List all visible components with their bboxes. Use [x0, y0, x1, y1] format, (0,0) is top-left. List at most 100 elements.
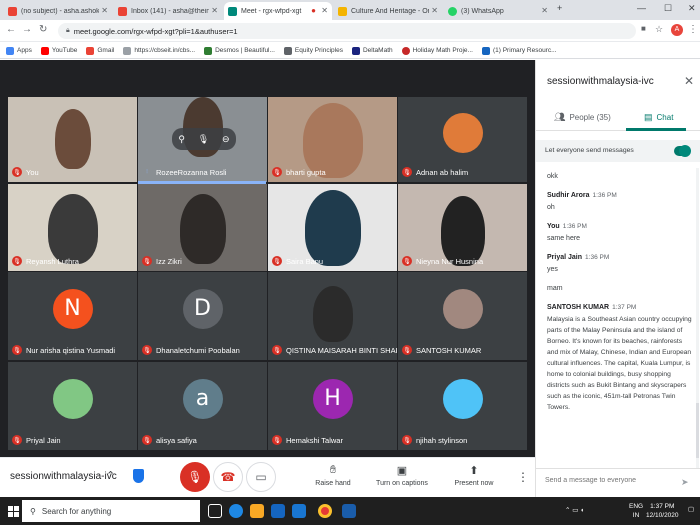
- meeting-controls: sessionwithmalaysia-ivc ⌃ 🎙︎ ☎︎ ▭ ✋︎ Rai…: [0, 457, 535, 497]
- chat-message-input[interactable]: [545, 477, 675, 484]
- word-icon[interactable]: [342, 504, 356, 518]
- notifications-icon[interactable]: ▢: [688, 505, 694, 514]
- mic-off-icon: 🎙︎: [402, 256, 412, 266]
- shield-icon[interactable]: [133, 469, 144, 483]
- bookmark-apps[interactable]: Apps: [6, 46, 32, 55]
- participant-tile[interactable]: 🎙︎ Izz Zikri: [138, 184, 267, 271]
- participant-tile[interactable]: D 🎙︎ Dhanaletchumi Poobalan: [138, 272, 267, 360]
- camera-button[interactable]: ▭: [246, 462, 276, 492]
- new-tab-icon[interactable]: +: [557, 3, 562, 13]
- meet-icon: [228, 6, 237, 16]
- language-indicator[interactable]: ENG IN: [629, 502, 643, 520]
- tray-icons[interactable]: ⌃ ▭ ◖: [565, 506, 584, 515]
- clock[interactable]: 1:37 PM 12/10/2020: [646, 502, 679, 520]
- browser-tab[interactable]: Inbox (141) - asha@theindiansch✕: [114, 2, 222, 20]
- participant-tile[interactable]: a 🎙︎ alisya safiya: [138, 362, 267, 450]
- whatsapp-icon: [448, 6, 457, 16]
- participant-video: [54, 109, 91, 169]
- heart-icon: [401, 46, 410, 55]
- chrome-icon[interactable]: [318, 504, 332, 518]
- task-view-icon[interactable]: [208, 504, 222, 518]
- tab-chat[interactable]: ▤ Chat: [644, 112, 673, 123]
- close-icon[interactable]: ✕: [684, 74, 694, 88]
- mic-icon[interactable]: 🎙︎: [198, 134, 209, 145]
- minimize-icon[interactable]: —: [637, 3, 646, 13]
- mic-off-icon: 🎙︎: [402, 435, 412, 445]
- participant-tile[interactable]: H 🎙︎ Hemakshi Talwar: [268, 362, 397, 450]
- forward-icon[interactable]: →: [22, 24, 32, 35]
- send-icon[interactable]: ➤: [681, 477, 689, 488]
- bookmark-cbseit[interactable]: https://cbseit.in/cbs...: [123, 46, 195, 55]
- lock-icon: 🔒︎: [66, 27, 70, 34]
- participant-tile[interactable]: 🎙︎ Saira Banu: [268, 184, 397, 271]
- bookmark-holiday-math[interactable]: Holiday Math Proje...: [401, 46, 473, 55]
- captions-button[interactable]: ▣ Turn on captions: [367, 464, 437, 487]
- bookmark-desmos[interactable]: Desmos | Beautiful...: [204, 46, 275, 55]
- bookmark-gmail[interactable]: Gmail: [86, 46, 114, 55]
- menu-icon[interactable]: ⋮: [688, 24, 698, 35]
- back-icon[interactable]: ←: [6, 24, 16, 35]
- more-options-icon[interactable]: ⋮: [517, 470, 529, 484]
- participant-tile[interactable]: 🎙︎QISTINA MAISARAH BINTI SHARUD...: [268, 272, 397, 360]
- close-icon[interactable]: ✕: [321, 6, 328, 15]
- mic-off-button[interactable]: 🎙︎: [180, 462, 210, 492]
- tile-hover-controls: ⚲ 🎙︎ ⊖: [172, 128, 236, 150]
- edge-icon[interactable]: [229, 504, 243, 518]
- camera-icon[interactable]: ■: [641, 24, 646, 33]
- bookmark-deltamath[interactable]: DeltaMath: [351, 46, 393, 55]
- browser-tab[interactable]: Culture And Heritage - Organisa✕: [334, 2, 442, 20]
- apps-icon: [6, 46, 14, 55]
- bookmark-primary-resources[interactable]: (1) Primary Resourc...: [481, 46, 557, 55]
- file-explorer-icon[interactable]: [250, 504, 264, 518]
- present-icon: ⬆: [469, 465, 479, 477]
- reload-icon[interactable]: ↻: [39, 24, 47, 35]
- chat-scrollbar[interactable]: [696, 168, 699, 468]
- organisation-icon: [338, 6, 347, 16]
- send-messages-toggle[interactable]: [674, 145, 691, 157]
- close-icon[interactable]: ✕: [211, 6, 218, 15]
- participant-tile[interactable]: 🎙︎ bharti gupta: [268, 97, 397, 182]
- browser-tab[interactable]: (no subject) - asha.ashok03@gm✕: [4, 2, 112, 20]
- participant-tile[interactable]: 🎙︎ SANTOSH KUMAR: [398, 272, 527, 360]
- url-input[interactable]: 🔒︎ meet.google.com/rgx-wfpd-xgt?pli=1&au…: [58, 23, 636, 39]
- raise-hand-button[interactable]: ✋︎ Raise hand: [298, 464, 368, 487]
- browser-tab-active[interactable]: Meet - rgx-wfpd-xgt ● ✕: [224, 2, 332, 20]
- pin-icon[interactable]: ⚲: [178, 134, 185, 145]
- leave-call-button[interactable]: ☎︎: [213, 462, 243, 492]
- maximize-icon[interactable]: ☐: [664, 3, 672, 14]
- participant-tile[interactable]: N 🎙︎ Nur arisha qistina Yusmadi: [8, 272, 137, 360]
- close-icon[interactable]: ✕: [541, 6, 548, 15]
- participant-tile[interactable]: 🎙︎ Reyansh Luthra: [8, 184, 137, 271]
- mic-off-icon: 🎙︎: [12, 167, 22, 177]
- video-grid: 🎙︎ You ⦙ RozeeRozanna Rosli 🎙︎ bharti gupta…: [0, 60, 535, 457]
- present-now-button[interactable]: ⬆ Present now: [439, 464, 509, 487]
- gmail-icon: [8, 6, 17, 16]
- participant-tile[interactable]: 🎙︎ Nieyna Nur Husnina: [398, 184, 527, 271]
- tab-people[interactable]: 👥︎ People (35): [554, 112, 611, 123]
- speaking-icon: ⦙: [146, 168, 148, 175]
- bookmark-youtube[interactable]: YouTube: [40, 46, 77, 55]
- close-window-icon[interactable]: ✕: [688, 3, 696, 14]
- participant-tile[interactable]: 🎙︎ Priyal Jain: [8, 362, 137, 450]
- mic-off-icon: 🎙︎: [272, 167, 282, 177]
- mic-off-icon: 🎙︎: [187, 470, 203, 484]
- participant-tile[interactable]: 🎙︎ You: [8, 97, 137, 182]
- participant-tile[interactable]: 🎙︎ Adnan ab halim: [398, 97, 527, 182]
- mail-icon[interactable]: [292, 504, 306, 518]
- avatar: [442, 288, 483, 329]
- participant-tile[interactable]: 🎙︎ njihah stylinson: [398, 362, 527, 450]
- bookmark-equity[interactable]: Equity Principles: [283, 46, 343, 55]
- avatar: [442, 112, 483, 153]
- close-icon[interactable]: ✕: [101, 6, 108, 15]
- profile-avatar[interactable]: A: [671, 24, 683, 36]
- star-icon[interactable]: ☆: [655, 24, 663, 35]
- store-icon[interactable]: [271, 504, 285, 518]
- taskbar-search-input[interactable]: ⚲ Search for anything: [22, 500, 200, 522]
- close-icon[interactable]: ✕: [431, 6, 438, 15]
- browser-tab[interactable]: (3) WhatsApp ✕: [444, 2, 552, 20]
- remove-icon[interactable]: ⊖: [222, 134, 230, 145]
- mic-off-icon: 🎙︎: [142, 256, 152, 266]
- close-icon[interactable]: ●: [311, 6, 316, 15]
- windows-start-icon[interactable]: [8, 506, 19, 517]
- chevron-up-icon[interactable]: ⌃: [106, 469, 115, 482]
